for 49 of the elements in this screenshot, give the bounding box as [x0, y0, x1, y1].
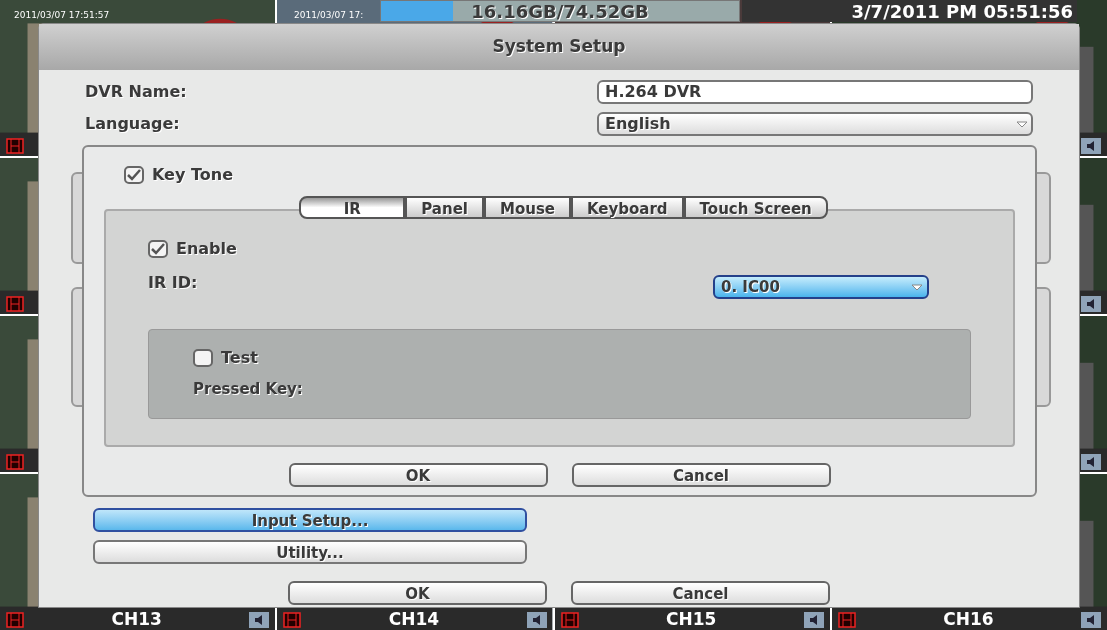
checkbox[interactable]	[193, 349, 213, 367]
tab[interactable]: Mouse	[483, 196, 571, 219]
language-select[interactable]: English	[597, 112, 1033, 136]
tab[interactable]: Panel	[405, 196, 484, 219]
channel-label: CH13	[111, 608, 162, 630]
channel-label: CH16	[943, 608, 994, 630]
film-icon	[283, 612, 302, 628]
datetime: 3/7/2011 PM 05:51:56	[851, 0, 1073, 24]
speaker-icon[interactable]	[526, 612, 547, 628]
film-icon	[6, 296, 24, 312]
timestamp: 2011/03/07 17:51:57	[14, 9, 110, 22]
name-input-field[interactable]: H.264 DVR	[597, 80, 1033, 104]
tab[interactable]: Keyboard	[571, 196, 684, 219]
menu-button[interactable]: Utility...	[93, 540, 527, 564]
film-icon	[6, 454, 24, 470]
speaker-icon[interactable]	[803, 612, 824, 628]
film-icon	[837, 612, 856, 628]
dialog-button[interactable]: Cancel	[571, 581, 830, 605]
checkbox-label: Test	[221, 347, 258, 369]
film-icon	[560, 612, 579, 628]
film-icon	[6, 612, 24, 628]
checkbox[interactable]	[148, 240, 168, 258]
dialog-button[interactable]: OK	[288, 463, 548, 487]
field-label: IR ID:	[148, 272, 198, 294]
channel-label: CH14	[388, 608, 440, 630]
dialog-button[interactable]: Cancel	[571, 463, 831, 487]
window-title: System Setup	[492, 35, 626, 59]
dropdown-arrow-icon	[1015, 119, 1029, 129]
film-icon	[6, 138, 24, 154]
timestamp: 2011/03/07 17:	[294, 9, 364, 22]
speaker-icon[interactable]	[249, 612, 270, 628]
checkbox-label: Enable	[176, 238, 237, 260]
checkbox-label: Key Tone	[152, 164, 233, 186]
tab[interactable]: IR	[299, 196, 406, 219]
ir-id-select[interactable]: 0. IC00	[713, 275, 929, 299]
tab[interactable]: Touch Screen	[683, 196, 828, 219]
speaker-icon[interactable]	[1081, 612, 1101, 628]
storage-text: 16.16GB/74.52GB	[471, 0, 649, 24]
checkbox[interactable]	[124, 166, 144, 184]
speaker-icon[interactable]	[1081, 454, 1101, 470]
dropdown-arrow-icon	[910, 282, 924, 292]
speaker-icon[interactable]	[1081, 138, 1101, 154]
field-label: Language:	[85, 113, 180, 135]
menu-button[interactable]: Input Setup...	[93, 508, 527, 532]
dialog-button[interactable]: OK	[288, 581, 547, 605]
pressed-key-label: Pressed Key:	[193, 379, 304, 400]
channel-label: CH15	[665, 608, 717, 630]
field-label: DVR Name:	[85, 81, 187, 103]
speaker-icon[interactable]	[1081, 296, 1101, 312]
